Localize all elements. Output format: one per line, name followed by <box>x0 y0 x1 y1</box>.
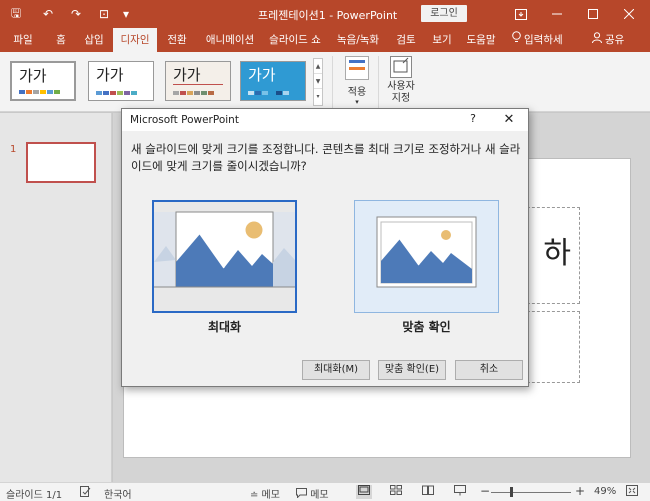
theme-label: 가가 <box>96 66 124 84</box>
tell-me-search[interactable]: 입력하세 <box>512 28 580 52</box>
gallery-down-icon[interactable]: ▼ <box>314 74 322 89</box>
window-title: 프레젠테이션1 - PowerPoint <box>258 9 398 22</box>
person-icon <box>592 28 602 52</box>
maximize-icon[interactable] <box>575 0 611 28</box>
tab-help[interactable]: 도움말 <box>461 28 501 52</box>
ribbon-separator <box>332 56 333 108</box>
theme-colors <box>248 91 289 95</box>
zoom-out-icon[interactable]: − <box>480 484 490 498</box>
fit-illustration-icon <box>376 216 477 288</box>
maximize-button[interactable]: 최대화(M) <box>302 360 370 380</box>
normal-view-icon[interactable] <box>356 485 372 499</box>
tab-view[interactable]: 보기 <box>428 28 456 52</box>
share-label: 공유 <box>605 34 625 46</box>
slide-thumbnail-pane: 1 <box>0 113 112 482</box>
ribbon-tab-bar: 파일 홈 삽입 디자인 전환 애니메이션 슬라이드 쇼 녹음/녹화 검토 보기 … <box>0 28 650 52</box>
title-bar: 🖫 ↶ ↷ ⊡ ▾ 프레젠테이션1 - PowerPoint 로그인 <box>0 0 650 28</box>
present-icon[interactable]: ⊡ <box>96 6 112 22</box>
cancel-button[interactable]: 취소 <box>455 360 523 380</box>
tab-slideshow[interactable]: 슬라이드 쇼 <box>266 28 324 52</box>
comments-button[interactable]: 메모 <box>296 486 329 501</box>
theme-colors <box>173 91 214 95</box>
title-text: 하 <box>543 236 571 271</box>
tell-me-label: 입력하세 <box>524 34 563 46</box>
theme-colors <box>19 90 60 94</box>
gallery-more-icon[interactable]: ▾ <box>314 89 322 104</box>
fit-to-window-icon[interactable] <box>624 485 640 499</box>
dialog-title: Microsoft PowerPoint <box>130 114 239 126</box>
tab-review[interactable]: 검토 <box>392 28 420 52</box>
fit-option-label: 맞춤 확인 <box>402 320 451 334</box>
fit-button[interactable]: 맞춤 확인(E) <box>378 360 446 380</box>
theme-3[interactable]: 가가 <box>165 61 231 101</box>
ribbon-separator <box>378 56 379 108</box>
status-bar: 슬라이드 1/1 한국어 ≐ 메모 메모 − + 49% <box>0 482 650 501</box>
slide-thumbnail[interactable] <box>26 142 96 183</box>
tab-animations[interactable]: 애니메이션 <box>199 28 261 52</box>
zoom-in-icon[interactable]: + <box>575 484 585 498</box>
customize-group[interactable]: 사용자 지정 <box>383 54 419 105</box>
dialog-close-icon[interactable]: ✕ <box>498 111 520 129</box>
zoom-slider-thumb[interactable] <box>510 487 513 497</box>
maximize-option-label: 최대화 <box>207 320 242 334</box>
customize-icon[interactable]: ▾ <box>118 6 134 22</box>
theme-label: 가가 <box>173 66 201 84</box>
slide-sorter-icon[interactable] <box>388 485 404 499</box>
tab-transitions[interactable]: 전환 <box>160 28 194 52</box>
redo-icon[interactable]: ↷ <box>68 6 84 22</box>
apply-group[interactable]: 적용 ▾ <box>337 54 377 106</box>
maximize-illustration-icon <box>154 211 295 288</box>
theme-colors <box>96 91 137 95</box>
slideshow-view-icon[interactable] <box>452 485 468 499</box>
fit-option[interactable] <box>354 200 499 313</box>
apply-label: 적용 <box>347 87 367 98</box>
thumbnail-number: 1 <box>10 144 17 155</box>
zoom-slider-track[interactable] <box>491 492 571 493</box>
tab-file[interactable]: 파일 <box>6 28 40 52</box>
tab-design[interactable]: 디자인 <box>113 28 157 52</box>
slide-count: 슬라이드 1/1 <box>6 490 63 501</box>
ribbon-display-icon[interactable] <box>503 0 539 28</box>
theme-accent-line <box>173 84 223 85</box>
comment-icon <box>296 488 310 501</box>
login-button[interactable]: 로그인 <box>421 5 467 22</box>
save-icon[interactable]: 🖫 <box>8 6 24 22</box>
tab-home[interactable]: 홈 <box>50 28 72 52</box>
theme-office[interactable]: 가가 <box>10 61 76 101</box>
close-icon[interactable] <box>611 0 647 28</box>
dialog-title-bar: Microsoft PowerPoint ? ✕ <box>122 109 528 131</box>
apply-icon <box>345 56 369 80</box>
comments-label: 메모 <box>310 490 329 501</box>
slide-size-icon <box>390 56 412 78</box>
theme-gallery-scroll[interactable]: ▲ ▼ ▾ <box>313 58 323 106</box>
lightbulb-icon <box>512 28 521 52</box>
minimize-icon[interactable] <box>539 0 575 28</box>
undo-icon[interactable]: ↶ <box>40 6 56 22</box>
theme-label: 가가 <box>19 67 47 85</box>
share-button[interactable]: 공유 <box>592 28 636 52</box>
theme-4[interactable]: 가가 <box>240 61 306 101</box>
tab-insert[interactable]: 삽입 <box>80 28 108 52</box>
ribbon-body: 가가 가가 가가 가가 ▲ ▼ ▾ 적용 ▾ 사용자 지정 <box>0 52 650 112</box>
reading-view-icon[interactable] <box>420 485 436 499</box>
help-icon[interactable]: ? <box>466 112 480 128</box>
maximize-option[interactable] <box>152 200 297 313</box>
theme-2[interactable]: 가가 <box>88 61 154 101</box>
dialog-message: 새 슬라이드에 맞게 크기를 조정합니다. 콘텐츠를 최대 크기로 조정하거나 … <box>131 142 521 173</box>
tab-recording[interactable]: 녹음/녹화 <box>330 28 386 52</box>
theme-label: 가가 <box>248 66 276 84</box>
zoom-level[interactable]: 49% <box>594 486 616 497</box>
spell-check-icon[interactable] <box>80 486 91 500</box>
gallery-up-icon[interactable]: ▲ <box>314 59 322 74</box>
customize-label: 사용자 지정 <box>387 81 415 104</box>
notes-button[interactable]: ≐ 메모 <box>250 486 280 501</box>
language-label[interactable]: 한국어 <box>104 486 132 501</box>
resize-dialog: Microsoft PowerPoint ? ✕ 새 슬라이드에 맞게 크기를 … <box>121 108 529 387</box>
